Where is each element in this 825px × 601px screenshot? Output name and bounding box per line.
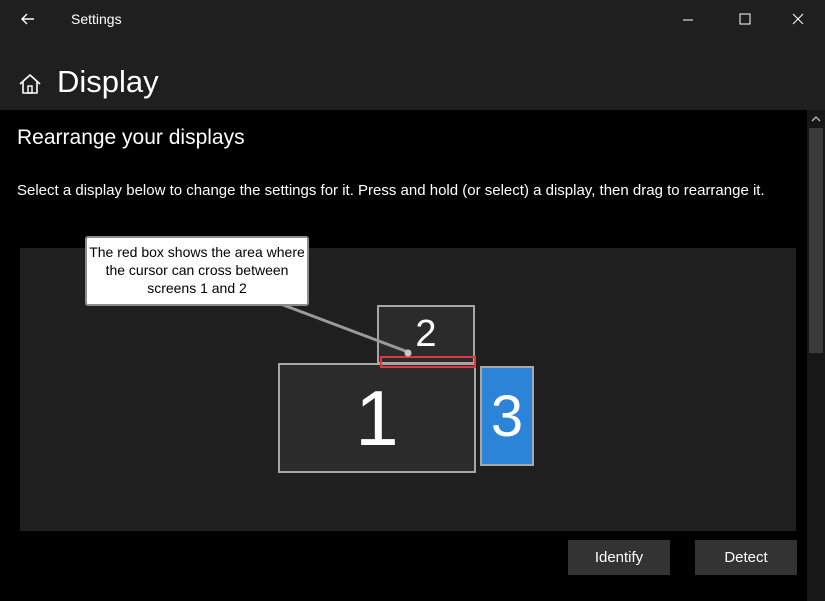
title-bar: Settings (0, 0, 825, 38)
maximize-button[interactable] (722, 4, 768, 34)
page-title: Display (57, 64, 159, 99)
identify-button[interactable]: Identify (568, 540, 670, 575)
scroll-up-button[interactable] (807, 112, 825, 126)
back-arrow-icon (21, 13, 34, 25)
annotation-callout: The red box shows the area where the cur… (85, 236, 309, 306)
vertical-scrollbar[interactable] (807, 110, 825, 601)
maximize-icon (739, 13, 751, 25)
display-arrangement-canvas[interactable]: 1 2 3 The red box shows the area where t… (20, 236, 796, 531)
section-title: Rearrange your displays (17, 126, 245, 149)
chevron-up-icon (811, 116, 821, 122)
back-button[interactable] (14, 6, 42, 32)
scrollbar-thumb[interactable] (809, 128, 823, 353)
home-icon[interactable] (17, 71, 43, 97)
close-icon (792, 13, 804, 25)
content-area: Rearrange your displays Select a display… (0, 110, 807, 601)
close-button[interactable] (775, 4, 821, 34)
app-title: Settings (71, 11, 122, 27)
minimize-button[interactable] (665, 4, 711, 34)
detect-button[interactable]: Detect (695, 540, 797, 575)
page-header: Display (0, 38, 825, 110)
minimize-icon (683, 19, 693, 21)
section-description: Select a display below to change the set… (17, 182, 765, 199)
